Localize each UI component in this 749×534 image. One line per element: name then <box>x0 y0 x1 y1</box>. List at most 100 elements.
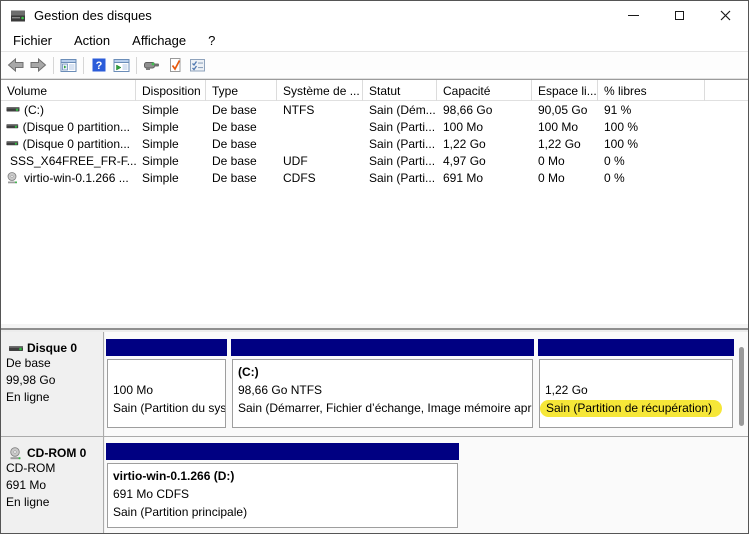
hdd-volume-icon <box>6 139 19 148</box>
partition-status: Sain (Partition du sys <box>113 399 220 417</box>
cell-espace: 0 Mo <box>532 169 598 186</box>
partition-recovery[interactable]: 1,22 Go Sain (Partition de récupération) <box>538 339 734 429</box>
disk-size: 691 Mo <box>1 477 103 494</box>
show-console-tree-icon <box>60 58 77 73</box>
svg-text:?: ? <box>95 60 102 72</box>
partition-name <box>113 363 220 381</box>
toolbar-separator <box>83 57 84 74</box>
close-icon <box>720 10 731 21</box>
volume-row-sss-x64free[interactable]: SSS_X64FREE_FR-F... Simple De base UDF S… <box>1 152 748 169</box>
partition-system-100mo[interactable]: 100 Mo Sain (Partition du sys <box>106 339 227 429</box>
column-header-volume[interactable]: Volume <box>1 80 136 101</box>
disk-type: CD-ROM <box>1 460 103 477</box>
show-action-pane-button[interactable] <box>110 54 133 77</box>
disk-management-window: Gestion des disques Fichier Action Affic… <box>0 0 749 534</box>
cell-type: De base <box>206 135 277 152</box>
column-header-espace[interactable]: Espace li... <box>532 80 598 101</box>
cell-statut: Sain (Parti... <box>363 169 437 186</box>
partition-name: (C:) <box>238 363 527 381</box>
forward-button[interactable] <box>27 54 50 77</box>
column-header-capacite[interactable]: Capacité <box>437 80 532 101</box>
volume-row-virtio-win[interactable]: virtio-win-0.1.266 ... Simple De base CD… <box>1 169 748 186</box>
disk-panel-disque0[interactable]: Disque 0 De base 99,98 Go En ligne <box>1 332 104 436</box>
partition-name: virtio-win-0.1.266 (D:) <box>113 467 452 485</box>
menu-action[interactable]: Action <box>63 31 121 51</box>
cell-statut: Sain (Dém... <box>363 101 437 118</box>
cell-disposition: Simple <box>136 101 206 118</box>
volume-list-header: Volume Disposition Type Système de ... S… <box>1 80 748 101</box>
menu-help[interactable]: ? <box>197 31 226 51</box>
cell-capacite: 98,66 Go <box>437 101 532 118</box>
partition-area-disque0: 100 Mo Sain (Partition du sys (C:) 98,66… <box>105 332 748 436</box>
window-controls <box>610 1 748 30</box>
pane-splitter[interactable] <box>1 324 748 332</box>
help-icon: ? <box>91 57 107 73</box>
disk-title: CD-ROM 0 <box>27 446 86 460</box>
disk-title: Disque 0 <box>27 341 77 355</box>
partition-d-drive[interactable]: virtio-win-0.1.266 (D:) 691 Mo CDFS Sain… <box>106 443 459 529</box>
volume-name: virtio-win-0.1.266 ... <box>24 171 129 185</box>
vertical-scrollbar-thumb[interactable] <box>739 347 744 426</box>
disk-status: En ligne <box>1 494 103 511</box>
toolbar: ? <box>1 52 748 79</box>
volume-row-partition2[interactable]: (Disque 0 partition... Simple De base Sa… <box>1 135 748 152</box>
properties-list-icon <box>189 57 206 73</box>
cell-type: De base <box>206 101 277 118</box>
disk-type: De base <box>1 355 103 372</box>
cell-systeme <box>277 118 363 135</box>
volume-row-c[interactable]: (C:) Simple De base NTFS Sain (Dém... 98… <box>1 101 748 118</box>
cell-systeme: UDF <box>277 152 363 169</box>
title-bar: Gestion des disques <box>1 1 748 30</box>
partition-color-bar <box>106 443 459 460</box>
help-button[interactable]: ? <box>87 54 110 77</box>
cell-disposition: Simple <box>136 152 206 169</box>
column-header-libres[interactable]: % libres <box>598 80 705 101</box>
menu-affichage[interactable]: Affichage <box>121 31 197 51</box>
cell-libres: 100 % <box>598 135 705 152</box>
cell-systeme: CDFS <box>277 169 363 186</box>
back-button[interactable] <box>4 54 27 77</box>
cd-disk-icon <box>8 447 24 460</box>
cell-statut: Sain (Parti... <box>363 152 437 169</box>
column-header-disposition[interactable]: Disposition <box>136 80 206 101</box>
disk-row-disque0: Disque 0 De base 99,98 Go En ligne 100 M… <box>1 332 748 436</box>
close-button[interactable] <box>702 1 748 30</box>
hdd-volume-icon <box>6 122 19 131</box>
disk-panel-cdrom0[interactable]: CD-ROM 0 CD-ROM 691 Mo En ligne <box>1 437 104 533</box>
partition-status: Sain (Partition principale) <box>113 503 452 521</box>
partition-c-drive[interactable]: (C:) 98,66 Go NTFS Sain (Démarrer, Fichi… <box>231 339 534 429</box>
cell-libres: 100 % <box>598 118 705 135</box>
column-header-empty <box>705 80 748 101</box>
minimize-button[interactable] <box>610 1 656 30</box>
show-console-tree-button[interactable] <box>57 54 80 77</box>
cell-espace: 1,22 Go <box>532 135 598 152</box>
properties-list-button[interactable] <box>186 54 209 77</box>
column-header-systeme[interactable]: Système de ... <box>277 80 363 101</box>
cell-statut: Sain (Parti... <box>363 118 437 135</box>
column-header-type[interactable]: Type <box>206 80 277 101</box>
cell-libres: 0 % <box>598 152 705 169</box>
cell-systeme <box>277 135 363 152</box>
partition-size: 691 Mo CDFS <box>113 485 452 503</box>
disk-status: En ligne <box>1 389 103 406</box>
cell-statut: Sain (Parti... <box>363 135 437 152</box>
back-arrow-icon <box>7 57 24 73</box>
cell-type: De base <box>206 152 277 169</box>
column-header-statut[interactable]: Statut <box>363 80 437 101</box>
toolbar-separator <box>53 57 54 74</box>
cell-espace: 90,05 Go <box>532 101 598 118</box>
menu-fichier[interactable]: Fichier <box>2 31 63 51</box>
cell-capacite: 4,97 Go <box>437 152 532 169</box>
forward-arrow-icon <box>30 57 47 73</box>
volume-list: Volume Disposition Type Système de ... S… <box>1 79 748 324</box>
volume-row-partition1[interactable]: (Disque 0 partition... Simple De base Sa… <box>1 118 748 135</box>
cell-type: De base <box>206 118 277 135</box>
check-document-button[interactable] <box>163 54 186 77</box>
hdd-volume-icon <box>6 105 20 114</box>
cell-espace: 100 Mo <box>532 118 598 135</box>
partition-size: 98,66 Go NTFS <box>238 381 527 399</box>
disk-tool-button[interactable] <box>140 54 163 77</box>
maximize-button[interactable] <box>656 1 702 30</box>
partition-color-bar <box>538 339 734 356</box>
toolbar-separator <box>136 57 137 74</box>
